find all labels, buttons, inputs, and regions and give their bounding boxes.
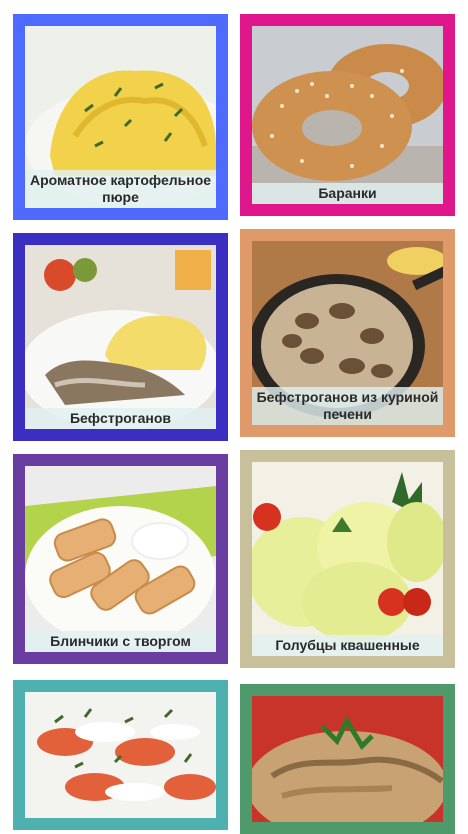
recipe-card-pancakes-cottage-cheese[interactable]: Блинчики с творгом <box>13 454 228 664</box>
recipe-title: Баранки <box>252 183 443 204</box>
recipe-card-stewed-cabbage[interactable] <box>240 684 455 834</box>
recipe-title: Ароматное картофельное пюре <box>25 170 216 208</box>
recipe-card-dumplings[interactable] <box>13 680 228 830</box>
recipe-title: Голубцы квашенные <box>252 635 443 656</box>
recipe-card-cabbage-rolls[interactable]: Голубцы квашенные <box>240 450 455 668</box>
recipe-title: Бефстроганов <box>25 408 216 429</box>
dumplings-with-dill-photo <box>25 692 216 818</box>
pancakes-with-cottage-cheese-photo <box>25 466 216 652</box>
cabbage-rolls-photo <box>252 462 443 656</box>
bagels-photo <box>252 26 443 204</box>
recipe-title: Блинчики с творгом <box>25 631 216 652</box>
recipe-card-mashed-potatoes[interactable]: Ароматное картофельное пюре <box>13 14 228 220</box>
beef-stroganoff-photo <box>25 245 216 429</box>
recipe-card-bagels[interactable]: Баранки <box>240 14 455 216</box>
recipe-card-beef-stroganoff[interactable]: Бефстроганов <box>13 233 228 441</box>
stewed-cabbage-photo <box>252 696 443 822</box>
recipe-title: Бефстроганов из куриной печени <box>252 387 443 425</box>
recipe-card-chicken-liver-stroganoff[interactable]: Бефстроганов из куриной печени <box>240 229 455 437</box>
